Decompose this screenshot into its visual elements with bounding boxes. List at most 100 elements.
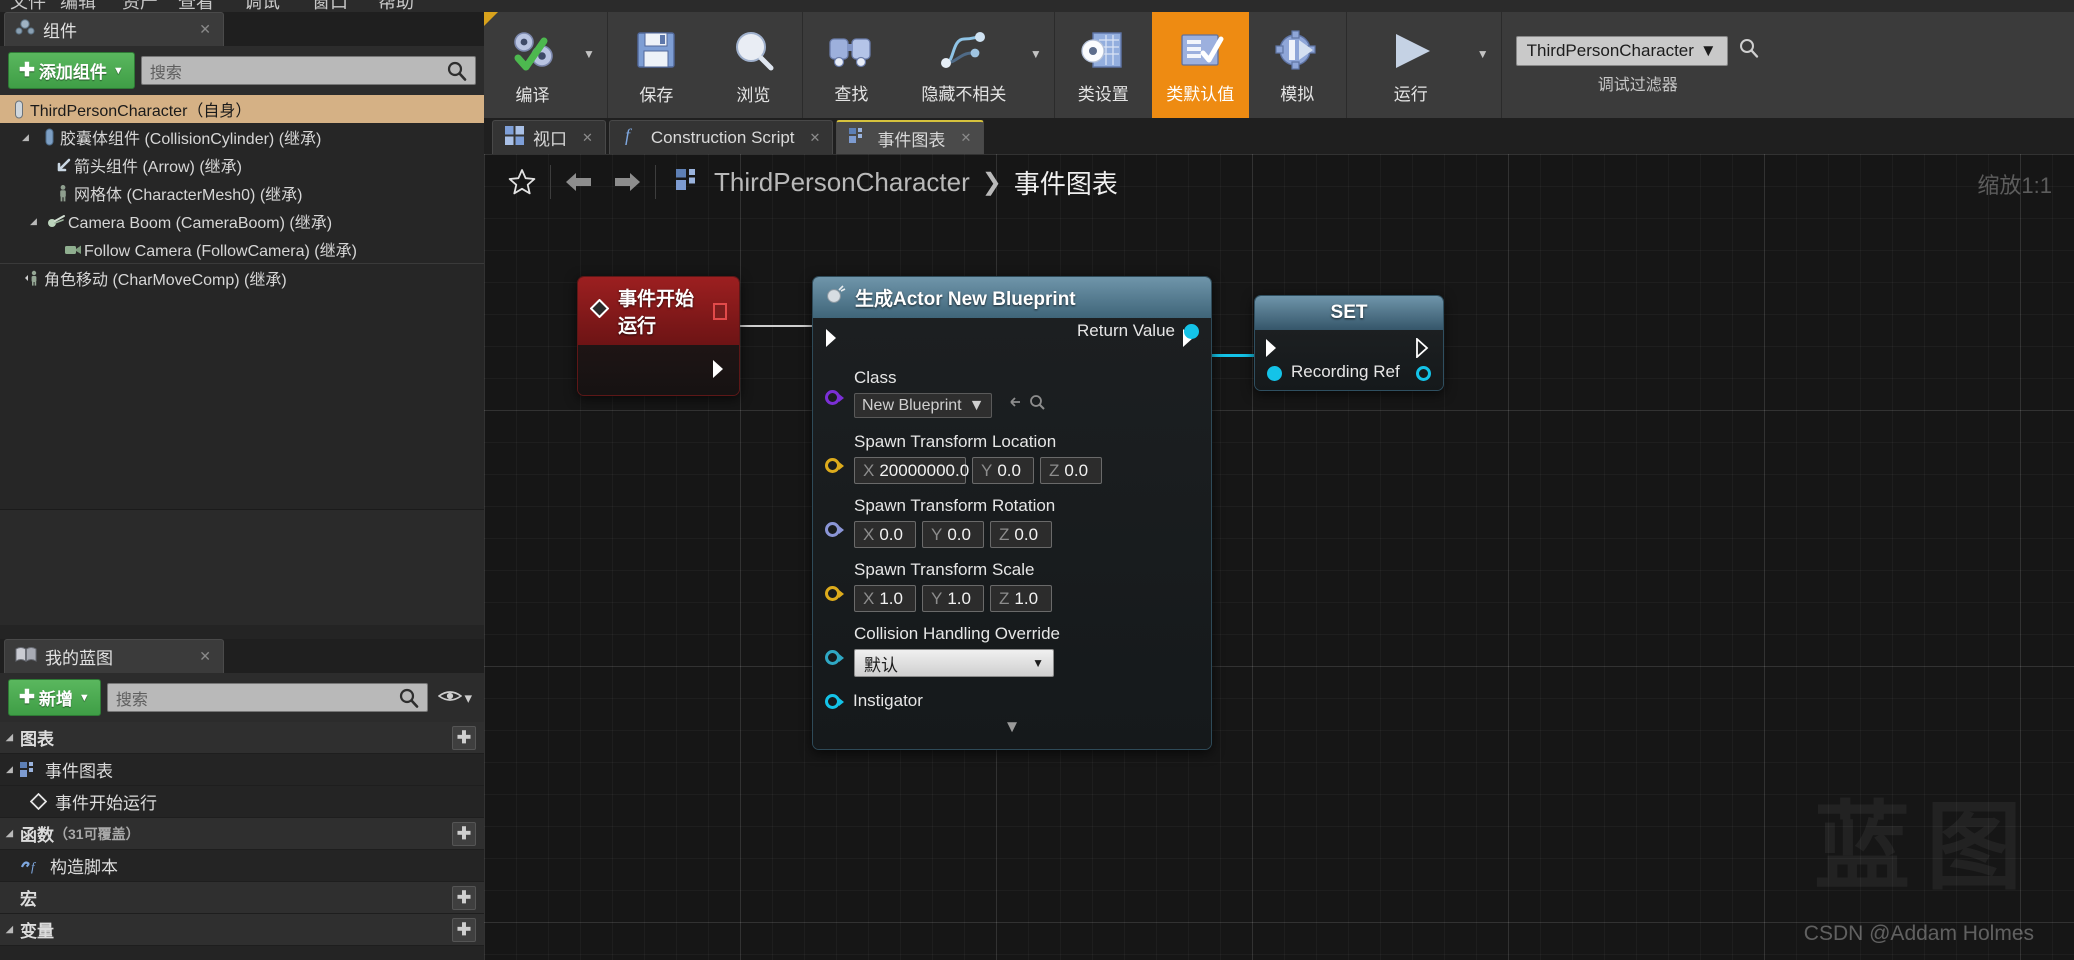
- tree-item-thirdpersoncharacter[interactable]: ThirdPersonCharacter（自身）: [0, 95, 484, 123]
- toolbar-button-class-defaults[interactable]: 类默认值: [1151, 12, 1249, 118]
- menu-item-asset[interactable]: 资产: [122, 0, 158, 12]
- visibility-filter-button[interactable]: ▾: [434, 688, 476, 708]
- recording-ref-in-pin[interactable]: [1267, 366, 1282, 381]
- tab-construction-script[interactable]: f Construction Script ✕: [608, 120, 834, 154]
- class-pin[interactable]: [825, 390, 844, 405]
- tree-item-charmovecomp[interactable]: 角色移动 (CharMoveComp) (继承): [0, 263, 484, 291]
- components-search-input[interactable]: 搜索: [140, 56, 476, 85]
- bp-item-event-beginplay[interactable]: 事件开始运行: [0, 786, 484, 818]
- menu-item-debug[interactable]: 调试: [244, 0, 280, 12]
- debug-filter-dropdown[interactable]: ThirdPersonCharacter ▼: [1515, 35, 1728, 66]
- add-variable-button[interactable]: ✚: [452, 918, 476, 942]
- exec-in-pin[interactable]: [825, 328, 842, 353]
- rotation-z-field[interactable]: Z 0.0: [990, 521, 1052, 548]
- exec-out-pin[interactable]: [712, 359, 729, 384]
- toolbar-button-browse[interactable]: 浏览: [705, 12, 802, 118]
- play-options-caret[interactable]: ▼: [1475, 12, 1501, 118]
- tree-item-followcamera[interactable]: Follow Camera (FollowCamera) (继承): [0, 235, 484, 263]
- tab-components[interactable]: 组件 ✕: [4, 12, 224, 46]
- node-event-beginplay[interactable]: 事件开始运行: [577, 276, 740, 396]
- scale-y-field[interactable]: Y 1.0: [922, 585, 984, 612]
- scale-pin[interactable]: [825, 586, 844, 601]
- collision-pin[interactable]: [825, 650, 844, 665]
- collision-dropdown[interactable]: 默认 ▼: [854, 649, 1054, 677]
- hide-unrelated-caret[interactable]: ▼: [1028, 12, 1054, 118]
- rotation-pin[interactable]: [825, 522, 844, 537]
- menu-item-window[interactable]: 窗口: [312, 0, 348, 12]
- breadcrumb-path: ThirdPersonCharacter ❯ 事件图表: [676, 164, 1118, 201]
- use-selected-asset-icon[interactable]: [1004, 395, 1021, 414]
- toolbar-button-play[interactable]: 运行: [1347, 12, 1475, 118]
- tree-item-collisioncylinder[interactable]: ◢ 胶囊体组件 (CollisionCylinder) (继承): [0, 123, 484, 151]
- add-graph-button[interactable]: ✚: [452, 726, 476, 750]
- bp-item-construction-script[interactable]: f 构造脚本: [0, 850, 484, 882]
- location-x-field[interactable]: X 20000000.0: [854, 457, 969, 484]
- tab-viewport[interactable]: 视口 ✕: [492, 120, 606, 154]
- tab-myblueprint[interactable]: 我的蓝图 ✕: [4, 639, 224, 673]
- add-macro-button[interactable]: ✚: [452, 886, 476, 910]
- bp-item-event-graph[interactable]: ◢ 事件图表: [0, 754, 484, 786]
- myblueprint-search-input[interactable]: 搜索: [106, 683, 429, 712]
- add-function-button[interactable]: ✚: [452, 822, 476, 846]
- tree-item-charactermesh[interactable]: 网格体 (CharacterMesh0) (继承): [0, 179, 484, 207]
- chevron-down-icon[interactable]: ◢: [30, 216, 46, 227]
- toolbar-button-hide-unrelated[interactable]: 隐藏不相关: [900, 12, 1028, 118]
- scale-x-field[interactable]: X 1.0: [854, 585, 916, 612]
- graph-tab-bar: 视口 ✕ f Construction Script ✕ 事件图表 ✕: [484, 118, 2074, 154]
- search-icon[interactable]: [1738, 37, 1760, 64]
- location-y-field[interactable]: Y 0.0: [972, 457, 1034, 484]
- close-icon[interactable]: ✕: [171, 21, 211, 38]
- chevron-down-icon[interactable]: ◢: [6, 924, 20, 935]
- tree-item-cameraboom[interactable]: ◢ Camera Boom (CameraBoom) (继承): [0, 207, 484, 235]
- close-icon[interactable]: ✕: [810, 130, 821, 146]
- bp-section-graphs[interactable]: ◢ 图表 ✚: [0, 722, 484, 754]
- star-icon[interactable]: [498, 167, 546, 197]
- add-new-button[interactable]: ✚ 新增 ▼: [8, 679, 101, 716]
- close-icon[interactable]: ✕: [960, 130, 971, 146]
- chevron-down-icon[interactable]: ◢: [22, 132, 38, 143]
- bp-section-variables[interactable]: ◢ 变量 ✚: [0, 914, 484, 946]
- tab-event-graph[interactable]: 事件图表 ✕: [836, 120, 985, 154]
- node-spawn-actor[interactable]: 生成Actor New Blueprint Class New Blueprin…: [812, 276, 1212, 750]
- forward-arrow-icon[interactable]: [603, 169, 651, 195]
- class-dropdown[interactable]: New Blueprint ▼: [854, 393, 993, 418]
- node-header: SET: [1255, 296, 1443, 330]
- location-z-field[interactable]: Z 0.0: [1040, 457, 1102, 484]
- back-arrow-icon[interactable]: [555, 169, 603, 195]
- exec-out-pin[interactable]: [1416, 336, 1433, 363]
- bp-section-macros[interactable]: 宏 ✚: [0, 882, 484, 914]
- chevron-down-icon[interactable]: ◢: [6, 764, 20, 775]
- browse-asset-icon[interactable]: [1029, 394, 1046, 415]
- menu-item-file[interactable]: 文件: [10, 0, 46, 12]
- rotation-y-field[interactable]: Y 0.0: [922, 521, 984, 548]
- toolbar-button-compile[interactable]: 编译: [484, 12, 581, 118]
- recording-ref-out-pin[interactable]: [1416, 366, 1431, 381]
- close-icon[interactable]: ✕: [582, 130, 593, 146]
- menu-item-help[interactable]: 帮助: [378, 0, 414, 12]
- toolbar-button-save[interactable]: 保存: [608, 12, 705, 118]
- menu-item-view[interactable]: 查看: [178, 0, 214, 12]
- toolbar-button-class-settings[interactable]: 类设置: [1055, 12, 1152, 118]
- chevron-down-icon[interactable]: ◢: [6, 828, 20, 839]
- node-set-recording-ref[interactable]: SET Recording Ref: [1254, 295, 1444, 391]
- scale-z-field[interactable]: Z 1.0: [990, 585, 1052, 612]
- chevron-down-icon[interactable]: ▼: [813, 711, 1211, 737]
- close-icon[interactable]: ✕: [171, 648, 211, 665]
- chevron-down-icon[interactable]: ◢: [6, 732, 20, 743]
- toolbar-button-find[interactable]: 查找: [803, 12, 900, 118]
- tree-item-arrow[interactable]: 箭头组件 (Arrow) (继承): [0, 151, 484, 179]
- location-pin[interactable]: [825, 458, 844, 473]
- menu-item-edit[interactable]: 编辑: [60, 0, 96, 12]
- exec-in-pin[interactable]: [1265, 338, 1282, 363]
- compile-options-caret[interactable]: ▼: [581, 12, 607, 118]
- plus-icon: ✚: [19, 687, 35, 708]
- return-value-pin[interactable]: [1184, 323, 1199, 339]
- breadcrumb-root[interactable]: ThirdPersonCharacter: [714, 167, 970, 198]
- bp-section-functions[interactable]: ◢ 函数 （31可覆盖） ✚: [0, 818, 484, 850]
- add-component-button[interactable]: ✚ 添加组件 ▼: [8, 52, 135, 89]
- instigator-pin[interactable]: [825, 694, 844, 709]
- breakpoint-square[interactable]: [713, 302, 727, 320]
- blueprint-graph-canvas[interactable]: ThirdPersonCharacter ❯ 事件图表 缩放1:1 事件开始运行: [484, 154, 2074, 960]
- rotation-x-field[interactable]: X 0.0: [854, 521, 916, 548]
- toolbar-button-simulate[interactable]: 模拟: [1249, 12, 1346, 118]
